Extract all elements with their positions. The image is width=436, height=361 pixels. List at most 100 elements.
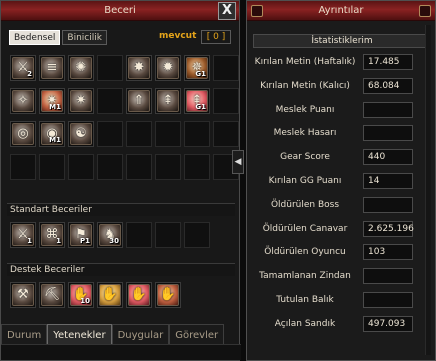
empty-skill-slot[interactable] [184,154,210,180]
stat-label: Kırılan GG Puanı [268,176,342,186]
empty-skill-slot[interactable] [155,121,181,147]
empty-skill-slot[interactable] [184,222,210,248]
collapse-arrow-icon[interactable]: ◀ [232,150,244,174]
shield-rune-icon[interactable]: ✧ [12,90,34,112]
empty-skill-slot[interactable] [213,121,239,147]
skill-slot[interactable]: ✋ 10 [68,282,94,308]
horse-icon[interactable]: ♞ 30 [99,224,121,246]
tab-gorevler[interactable]: Görevler [169,324,225,346]
hand-buff-icon[interactable]: ✋ 10 [70,284,92,306]
details-window-title: Ayrıntılar [318,5,364,16]
star-burst-grand-icon[interactable]: ✵ G1 [186,57,208,79]
hand-gold-icon[interactable]: ✋ [99,284,121,306]
empty-skill-slot[interactable] [213,55,239,81]
empty-skill-slot[interactable] [155,154,181,180]
empty-skill-slot[interactable] [97,55,123,81]
skill-slot[interactable]: ✋ [155,282,181,308]
skills-titlebar[interactable]: Beceri [1,1,239,21]
sword-strike-icon[interactable]: ⚔ 1 [12,224,34,246]
skill-slot[interactable]: ✷ [68,88,94,114]
stat-label: Kırılan Metin (Haftalık) [254,57,356,67]
skill-slot[interactable]: ☯ [68,121,94,147]
skill-slot[interactable]: ⛏ [39,282,65,308]
skill-slot[interactable]: ✋ [97,282,123,308]
empty-skill-slot[interactable] [97,121,123,147]
stat-label: Tutulan Balık [276,295,334,305]
sword-slash-icon[interactable]: ⚔ 2 [12,57,34,79]
empty-skill-slot[interactable] [126,121,152,147]
empty-skill-slot[interactable] [213,88,239,114]
stat-value: 2.625.196 [363,220,414,237]
skill-glyph: ✹ [162,60,174,75]
stat-row: Meslek Puanı [247,101,436,118]
skill-slot[interactable]: ⇑ [126,88,152,114]
empty-skill-slot[interactable] [68,154,94,180]
empty-skill-slot[interactable] [155,222,181,248]
skill-glyph: ✸ [133,60,145,75]
sun-flare-icon[interactable]: ✷ M1 [41,90,63,112]
empty-skill-slot[interactable] [126,222,152,248]
skill-slot[interactable]: ⚑ P1 [68,222,94,248]
spiral-icon[interactable]: ◎ [12,123,34,145]
skill-slot[interactable]: ✹ [155,55,181,81]
arrow-up-icon[interactable]: ⇑ [128,90,150,112]
subtab-binicilik[interactable]: Binicilik [62,30,107,45]
details-scrollbar[interactable] [425,25,431,355]
skill-slot[interactable]: ✷ M1 [39,88,65,114]
skill-slot[interactable]: ⌘ 1 [39,222,65,248]
skill-slot[interactable]: ✸ [126,55,152,81]
skill-slot[interactable]: ⚔ 1 [10,222,36,248]
hand-amber-icon[interactable]: ✋ [157,284,179,306]
tree-totem-icon[interactable]: ⇞ [157,90,179,112]
available-points-value: [ 0 ] [201,30,231,44]
tab-yetenekler[interactable]: Yetenekler [47,324,112,346]
empty-skill-slot[interactable] [126,154,152,180]
skill-slot[interactable]: ✺ [68,55,94,81]
skill-glyph: ☯ [75,126,87,141]
spike-burst-icon[interactable]: ✸ [128,57,150,79]
hand-red-icon[interactable]: ✋ [128,284,150,306]
empty-skill-slot[interactable] [39,154,65,180]
skill-slot[interactable]: ⇞ G1 [184,88,210,114]
tree-totem-red-icon[interactable]: ⇞ G1 [186,90,208,112]
details-titlebar[interactable]: Ayrıntılar [247,1,435,21]
skill-subtabs: Bedensel Binicilik [9,30,109,46]
skill-slot[interactable]: ✧ [10,88,36,114]
star-burst-icon[interactable]: ✹ [157,57,179,79]
stat-value [363,101,413,118]
pickaxe-icon[interactable]: ⛏ [41,284,63,306]
broom-icon[interactable]: ⚒ [12,284,34,306]
stat-row: Meslek Hasarı [247,125,436,142]
empty-skill-slot[interactable] [184,121,210,147]
close-button[interactable]: X [218,2,236,20]
skill-slot[interactable]: ⚔ 2 [10,55,36,81]
tab-duygular[interactable]: Duygular [111,324,170,346]
skill-slot[interactable]: ✵ G1 [184,55,210,81]
empty-skill-slot[interactable] [97,88,123,114]
chain-knot-icon[interactable]: ⌘ 1 [41,224,63,246]
skill-glyph: ✋ [159,287,177,302]
spiral-wave-icon[interactable]: ◉ M1 [41,123,63,145]
skill-slot[interactable]: ⇞ [155,88,181,114]
stat-row: Öldürülen Boss [247,196,436,213]
flag-icon[interactable]: ⚑ P1 [70,224,92,246]
stat-value [363,292,413,308]
skill-slot[interactable]: ✋ [126,282,152,308]
skill-slot[interactable]: ≡ [39,55,65,81]
stat-row: Kırılan GG Puanı 14 [247,173,436,189]
triple-slash-icon[interactable]: ≡ [41,57,63,79]
skill-slot[interactable]: ⚒ [10,282,36,308]
skill-level: P1 [79,237,90,245]
yin-yang-icon[interactable]: ☯ [70,123,92,145]
stat-value: 103 [363,244,413,261]
empty-skill-slot[interactable] [10,154,36,180]
subtab-bedensel[interactable]: Bedensel [9,30,61,45]
skill-slot[interactable]: ◎ [10,121,36,147]
sun-flare-dark-icon[interactable]: ✷ [70,90,92,112]
whirl-slash-icon[interactable]: ✺ [70,57,92,79]
empty-skill-slot[interactable] [97,154,123,180]
skill-slot[interactable]: ◉ M1 [39,121,65,147]
skill-slot[interactable]: ♞ 30 [97,222,123,248]
skill-glyph: ⇞ [162,93,174,108]
tab-durum[interactable]: Durum [1,324,48,346]
